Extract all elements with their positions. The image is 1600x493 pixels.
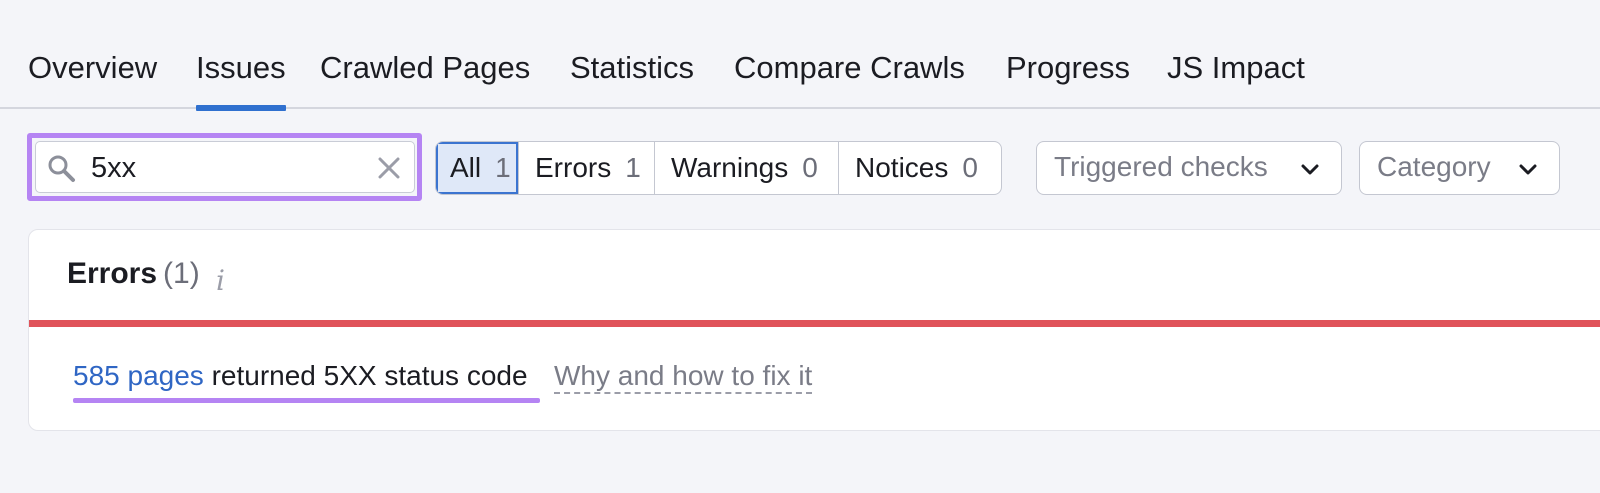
- issue-highlight-underline: [73, 398, 540, 403]
- filter-all[interactable]: All 1: [436, 142, 519, 194]
- issue-description: returned 5XX status code: [203, 360, 528, 391]
- errors-count: (1): [163, 257, 200, 290]
- tab-overview[interactable]: Overview: [28, 46, 157, 109]
- tab-bar: Overview Issues Crawled Pages Statistics…: [0, 0, 1600, 111]
- triggered-checks-label: Triggered checks: [1054, 151, 1268, 182]
- search-icon: [48, 155, 75, 182]
- chevron-down-icon: [1301, 164, 1319, 175]
- filter-warnings-count: 0: [802, 152, 818, 183]
- filter-errors[interactable]: Errors 1: [519, 142, 655, 194]
- filter-all-count: 1: [495, 152, 511, 183]
- filter-notices-label: Notices: [855, 152, 949, 183]
- tab-progress[interactable]: Progress: [1006, 46, 1130, 109]
- close-icon[interactable]: [376, 155, 402, 181]
- tab-statistics[interactable]: Statistics: [570, 46, 694, 109]
- filter-notices-count: 0: [962, 152, 978, 183]
- category-dropdown[interactable]: Category: [1359, 141, 1560, 195]
- affected-pages-link[interactable]: 585 pages: [73, 360, 204, 391]
- search-input[interactable]: [91, 150, 351, 186]
- category-label: Category: [1377, 151, 1491, 182]
- errors-heading: Errors (1): [67, 257, 200, 291]
- filter-warnings[interactable]: Warnings 0: [655, 142, 839, 194]
- tab-compare-crawls[interactable]: Compare Crawls: [734, 46, 965, 109]
- errors-title: Errors: [67, 257, 158, 290]
- filter-errors-count: 1: [625, 152, 641, 183]
- tab-issues[interactable]: Issues: [196, 46, 286, 111]
- errors-card: Errors (1) i 585 pages returned 5XX statu…: [28, 229, 1600, 431]
- filter-errors-label: Errors: [535, 152, 612, 183]
- search-box[interactable]: [35, 141, 415, 193]
- tab-crawled-pages[interactable]: Crawled Pages: [320, 46, 530, 109]
- error-severity-bar: [29, 320, 1600, 327]
- tab-js-impact[interactable]: JS Impact: [1167, 46, 1305, 109]
- filter-warnings-label: Warnings: [671, 152, 789, 183]
- why-and-how-to-fix-link[interactable]: Why and how to fix it: [554, 360, 813, 394]
- filter-all-label: All: [450, 152, 482, 183]
- issue-row: 585 pages returned 5XX status code: [73, 360, 528, 392]
- triggered-checks-dropdown[interactable]: Triggered checks: [1036, 141, 1342, 195]
- issue-type-filter: All 1 Errors 1 Warnings 0 Notices 0: [435, 141, 1002, 195]
- filter-notices[interactable]: Notices 0: [839, 142, 1001, 194]
- chevron-down-icon: [1519, 164, 1537, 175]
- info-icon[interactable]: i: [216, 264, 225, 297]
